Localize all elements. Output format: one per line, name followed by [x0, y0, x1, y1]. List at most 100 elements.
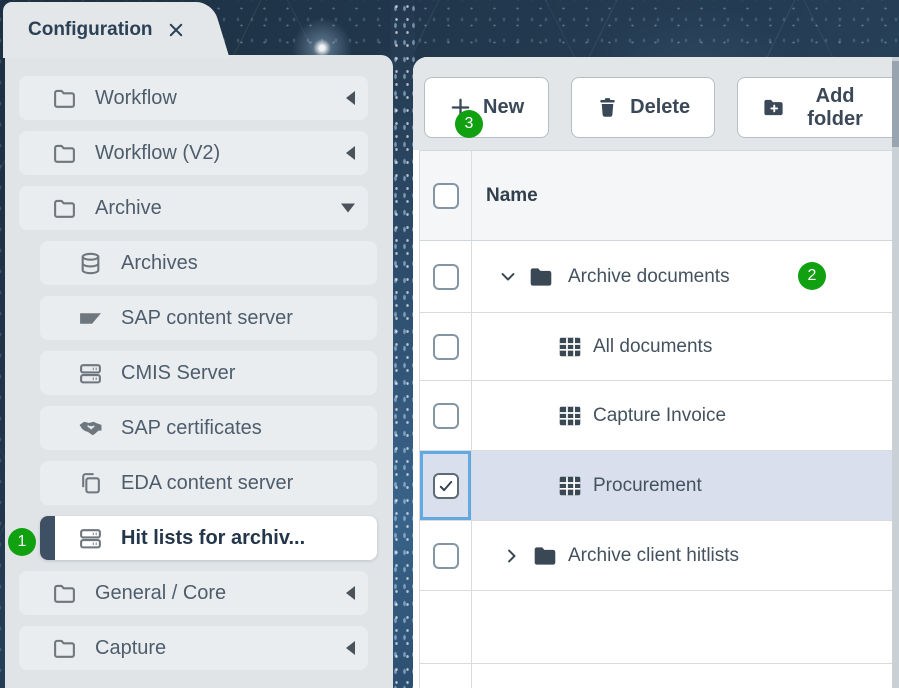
sidebar-item-hit-lists-for-archive[interactable]: Hit lists for archiv...: [40, 516, 377, 560]
expand-arrow-icon[interactable]: [341, 204, 355, 213]
sidebar-item-workflow[interactable]: Workflow: [19, 76, 368, 120]
sap-shape-icon: [78, 306, 103, 331]
row-label: Archive client hitlists: [568, 545, 739, 567]
sidebar-item-label: Hit lists for archiv...: [121, 527, 305, 550]
server-stack-icon: [78, 526, 103, 551]
step-badge-3: 3: [455, 110, 483, 138]
sidebar-item-archive[interactable]: Archive: [19, 186, 368, 230]
hitlist-table: Name Archive documents All documents: [419, 150, 899, 688]
row-label: Procurement: [593, 475, 702, 497]
row-checkbox[interactable]: [433, 543, 459, 569]
sidebar-item-capture[interactable]: Capture: [19, 626, 368, 670]
chevron-down-icon[interactable]: [498, 267, 518, 287]
row-name-cell: Archive client hitlists: [472, 521, 899, 590]
add-folder-button[interactable]: Add folder: [737, 77, 899, 138]
table-row-archive-client-hitlists[interactable]: Archive client hitlists: [420, 521, 899, 591]
table-grid-icon: [557, 334, 583, 360]
sidebar-item-sap-content-server[interactable]: SAP content server: [40, 296, 377, 340]
row-checkbox[interactable]: [433, 264, 459, 290]
row-label: Capture Invoice: [593, 405, 726, 427]
tab-title: Configuration: [28, 19, 153, 41]
folder-outline-icon: [52, 141, 77, 166]
row-checkbox-cell: [420, 313, 472, 380]
step-badge-2: 2: [798, 262, 826, 290]
table-header-row: Name: [420, 151, 899, 241]
chevron-right-icon[interactable]: [502, 546, 522, 566]
server-stack-icon: [78, 361, 103, 386]
vertical-scrollbar[interactable]: [892, 57, 899, 688]
row-name-cell: Procurement: [472, 451, 899, 520]
sidebar-item-archives[interactable]: Archives: [40, 241, 377, 285]
row-name-cell: Capture Invoice: [472, 381, 899, 450]
row-checkbox[interactable]: [433, 403, 459, 429]
sidebar-item-label: CMIS Server: [121, 362, 235, 385]
step-badge-1: 1: [8, 528, 36, 556]
row-checkbox-checked[interactable]: [433, 473, 459, 499]
folder-plus-icon: [762, 96, 785, 119]
sidebar-navigation: Workflow Workflow (V2) Archive Archives …: [5, 55, 393, 688]
sidebar-item-label: Workflow: [95, 87, 177, 110]
database-icon: [78, 251, 103, 276]
sidebar-item-cmis-server[interactable]: CMIS Server: [40, 351, 377, 395]
row-checkbox-cell: [420, 521, 472, 590]
table-grid-icon: [557, 403, 583, 429]
copy-pages-icon: [78, 471, 103, 496]
row-checkbox-cell-focused: [420, 451, 472, 520]
tab-configuration[interactable]: Configuration: [3, 2, 195, 58]
table-row-all-documents[interactable]: All documents: [420, 313, 899, 381]
row-name-cell: Archive documents: [472, 241, 899, 312]
folder-outline-icon: [52, 581, 77, 606]
new-button[interactable]: New: [424, 77, 549, 138]
name-column-header: Name: [472, 185, 538, 207]
collapse-arrow-icon[interactable]: [346, 91, 355, 105]
row-label: All documents: [593, 336, 712, 358]
sidebar-item-label: General / Core: [95, 582, 226, 605]
folder-outline-icon: [52, 196, 77, 221]
delete-button[interactable]: Delete: [571, 77, 715, 138]
collapse-arrow-icon[interactable]: [346, 586, 355, 600]
sidebar-item-label: SAP content server: [121, 307, 293, 330]
main-panel: New Delete Add folder Name: [413, 57, 899, 688]
table-row-capture-invoice[interactable]: Capture Invoice: [420, 381, 899, 451]
sidebar-item-general-core[interactable]: General / Core: [19, 571, 368, 615]
sidebar-item-label: EDA content server: [121, 472, 293, 495]
sidebar-item-sap-certificates[interactable]: SAP certificates: [40, 406, 377, 450]
table-row-empty: [420, 664, 899, 688]
collapse-arrow-icon[interactable]: [346, 146, 355, 160]
sidebar-item-label: Capture: [95, 637, 166, 660]
empty-checkbox-cell: [420, 591, 472, 663]
table-grid-icon: [557, 473, 583, 499]
empty-checkbox-cell: [420, 664, 472, 688]
select-all-checkbox[interactable]: [433, 183, 459, 209]
folder-filled-icon: [532, 543, 558, 569]
delete-button-label: Delete: [630, 96, 690, 119]
handshake-icon: [78, 416, 103, 441]
trash-icon: [596, 96, 619, 119]
sidebar-item-workflow-v2[interactable]: Workflow (V2): [19, 131, 368, 175]
row-checkbox-cell: [420, 381, 472, 450]
sidebar-item-eda-content-server[interactable]: EDA content server: [40, 461, 377, 505]
background-gap-texture: [391, 0, 415, 688]
folder-outline-icon: [52, 86, 77, 111]
sidebar-item-label: Workflow (V2): [95, 142, 220, 165]
sidebar-item-label: SAP certificates: [121, 417, 262, 440]
close-icon[interactable]: [167, 21, 185, 39]
row-checkbox[interactable]: [433, 334, 459, 360]
scrollbar-thumb[interactable]: [892, 61, 899, 147]
row-name-cell: All documents: [472, 313, 899, 380]
name-header-cell: Name: [472, 151, 899, 240]
select-all-cell: [420, 151, 472, 240]
sidebar-item-label: Archive: [95, 197, 162, 220]
table-row-archive-documents[interactable]: Archive documents: [420, 241, 899, 313]
empty-name-cell: [472, 664, 899, 688]
table-row-empty: [420, 591, 899, 664]
row-label: Archive documents: [568, 266, 730, 288]
table-row-procurement[interactable]: Procurement: [420, 451, 899, 521]
collapse-arrow-icon[interactable]: [346, 641, 355, 655]
folder-filled-icon: [528, 264, 554, 290]
row-checkbox-cell: [420, 241, 472, 312]
sidebar-item-label: Archives: [121, 252, 198, 275]
add-folder-button-label: Add folder: [796, 85, 874, 131]
folder-outline-icon: [52, 636, 77, 661]
toolbar: New Delete Add folder: [413, 57, 899, 150]
